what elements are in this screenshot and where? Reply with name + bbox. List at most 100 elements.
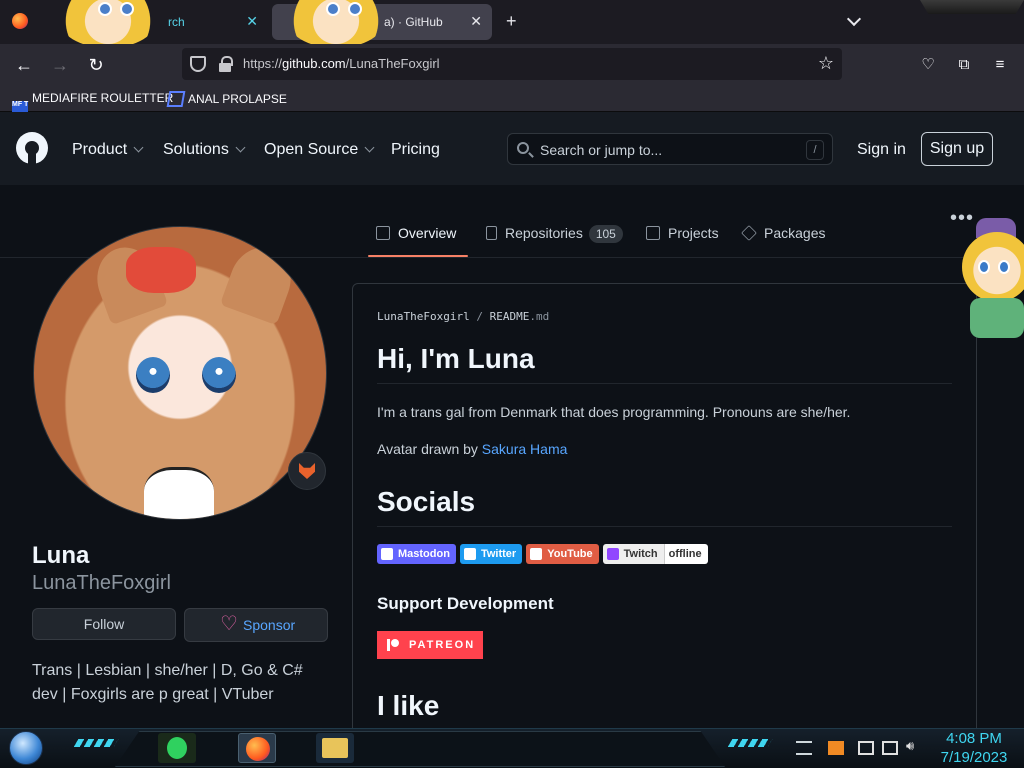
volume-icon[interactable]: 🔊︎: [906, 738, 922, 753]
window-frame-decoration: [920, 0, 1024, 14]
book-icon: [376, 226, 390, 240]
tab-repositories[interactable]: Repositories 105: [486, 225, 623, 243]
table-icon: [646, 226, 660, 240]
youtube-icon: [530, 548, 543, 560]
profile-username: LunaTheFoxgirl: [32, 572, 171, 594]
sponsor-button[interactable]: Sponsor: [184, 608, 328, 642]
firefox-taskbar-icon[interactable]: [238, 733, 276, 763]
tracking-protection-shield-icon[interactable]: [190, 56, 206, 72]
readme-intro: I'm a trans gal from Denmark that does p…: [377, 404, 851, 420]
back-arrow-icon[interactable]: ←: [13, 54, 35, 76]
twitter-badge[interactable]: Twitter: [459, 544, 523, 564]
network-icon[interactable]: [882, 741, 898, 755]
follow-button[interactable]: Follow: [32, 608, 176, 640]
forward-arrow-icon[interactable]: →: [49, 54, 71, 76]
nav-open-source[interactable]: Open Source: [264, 141, 375, 159]
repo-icon: [486, 226, 497, 240]
mastodon-icon: [381, 548, 393, 560]
nav-product[interactable]: Product: [72, 141, 144, 159]
tab-packages[interactable]: Packages: [741, 225, 825, 241]
nav-solutions[interactable]: Solutions: [163, 141, 246, 159]
tab-close-icon[interactable]: ✕: [470, 13, 482, 30]
chevron-down-icon: [235, 142, 246, 153]
twitch-icon: [606, 548, 619, 560]
list-all-tabs-chevron-icon[interactable]: [846, 12, 862, 28]
patreon-button[interactable]: PATREON: [377, 631, 483, 659]
bookmarks-bar: MF T MEDIAFIRE ROULETTER ANAL PROLAPSE: [0, 86, 1024, 117]
profile-main: Overview Repositories 105 Projects Packag…: [0, 185, 1024, 743]
taskbar-dock: [115, 731, 725, 767]
taskbar-decoration: [73, 739, 119, 747]
mascot-sticker-icon: [962, 218, 1024, 338]
start-orb-icon[interactable]: [9, 731, 43, 765]
clock-time: 4:08 PM: [946, 730, 1002, 747]
show-hidden-icons-icon[interactable]: [796, 741, 812, 755]
search-placeholder: Search or jump to...: [540, 142, 663, 158]
twitter-icon: [463, 548, 476, 560]
sign-up-button[interactable]: Sign up: [921, 132, 993, 166]
file-explorer-icon[interactable]: [316, 733, 354, 763]
readme-path: LunaTheFoxgirl / README.md: [377, 310, 550, 323]
twitch-badge[interactable]: Twitch: [602, 544, 664, 564]
readme-avatar-credit: Avatar drawn by Sakura Hama: [377, 441, 568, 457]
package-icon: [741, 225, 757, 241]
chevron-down-icon: [133, 142, 144, 153]
mastodon-badge[interactable]: Mastodon: [377, 544, 456, 564]
profile-bio: Trans | Lesbian | she/her | D, Go & C# d…: [32, 662, 303, 703]
os-taskbar: 🔊︎ 4:08 PM 7/19/2023: [0, 728, 1024, 768]
divider: [377, 383, 952, 384]
chevron-down-icon: [364, 142, 375, 153]
notes-app-icon[interactable]: [158, 733, 196, 763]
github-header: Product Solutions Open Source Pricing Se…: [0, 112, 1024, 185]
mascot-sticker-icon: [58, 0, 158, 48]
bookmark-favicon-icon: [166, 91, 186, 107]
heart-icon: [220, 608, 238, 640]
tab-title: rch: [168, 15, 185, 29]
reload-icon[interactable]: ↻: [85, 54, 107, 76]
url-text[interactable]: https://github.com/LunaTheFoxgirl: [243, 56, 440, 71]
extensions-puzzle-icon[interactable]: ⧉: [954, 55, 974, 75]
patreon-icon: [387, 639, 399, 651]
fox-status-emoji-icon[interactable]: [288, 452, 326, 490]
readme-path-user[interactable]: LunaTheFoxgirl: [377, 310, 470, 323]
artist-link[interactable]: Sakura Hama: [482, 441, 568, 457]
url-bar[interactable]: https://github.com/LunaTheFoxgirl ☆: [182, 48, 842, 80]
tab-overview[interactable]: Overview: [376, 225, 456, 241]
clock-date: 7/19/2023: [940, 749, 1008, 766]
twitch-status-badge[interactable]: offline: [663, 544, 708, 564]
i-like-heading: I like: [377, 690, 440, 721]
profile-name: Luna: [32, 542, 90, 569]
new-tab-button[interactable]: +: [506, 11, 517, 32]
search-shortcut-key: /: [806, 140, 824, 160]
lock-icon[interactable]: [218, 56, 234, 72]
socials-heading: Socials: [377, 486, 476, 517]
hamburger-menu-icon[interactable]: ≡: [990, 55, 1010, 75]
sponsor-label: Sponsor: [243, 617, 296, 633]
readme-heading: Hi, I'm Luna: [377, 343, 535, 374]
github-logo-icon[interactable]: [16, 132, 48, 164]
bookmark-second[interactable]: ANAL PROLAPSE: [166, 91, 287, 107]
browser-nav-bar: ← → ↻ https://github.com/LunaTheFoxgirl …: [0, 44, 1024, 86]
system-clock[interactable]: 4:08 PM 7/19/2023: [934, 729, 1014, 767]
app-tray-icon[interactable]: [828, 741, 844, 755]
firefox-menu-icon[interactable]: [12, 13, 28, 29]
repo-count-badge: 105: [588, 225, 623, 243]
social-badges: Mastodon Twitter YouTube Twitch offline: [377, 544, 708, 564]
bookmark-star-icon[interactable]: ☆: [818, 53, 834, 74]
divider: [377, 526, 952, 527]
mascot-sticker-icon: [286, 0, 386, 48]
search-icon: [517, 142, 529, 154]
profile-avatar[interactable]: [33, 226, 327, 520]
browser-tab-bar: rch ✕ a) · GitHub ✕ +: [0, 0, 1024, 48]
github-search-input[interactable]: Search or jump to... /: [507, 133, 833, 165]
tab-projects[interactable]: Projects: [646, 225, 719, 241]
pocket-icon[interactable]: ♡: [918, 55, 938, 75]
support-heading: Support Development: [377, 594, 554, 613]
tab-close-icon[interactable]: ✕: [246, 13, 258, 30]
sign-in-link[interactable]: Sign in: [857, 141, 906, 159]
action-center-flag-icon[interactable]: [858, 741, 874, 755]
youtube-badge[interactable]: YouTube: [526, 544, 599, 564]
tab-title: a) · GitHub: [384, 15, 443, 29]
nav-pricing[interactable]: Pricing: [391, 141, 440, 159]
readme-card: LunaTheFoxgirl / README.md Hi, I'm Luna …: [352, 283, 977, 743]
